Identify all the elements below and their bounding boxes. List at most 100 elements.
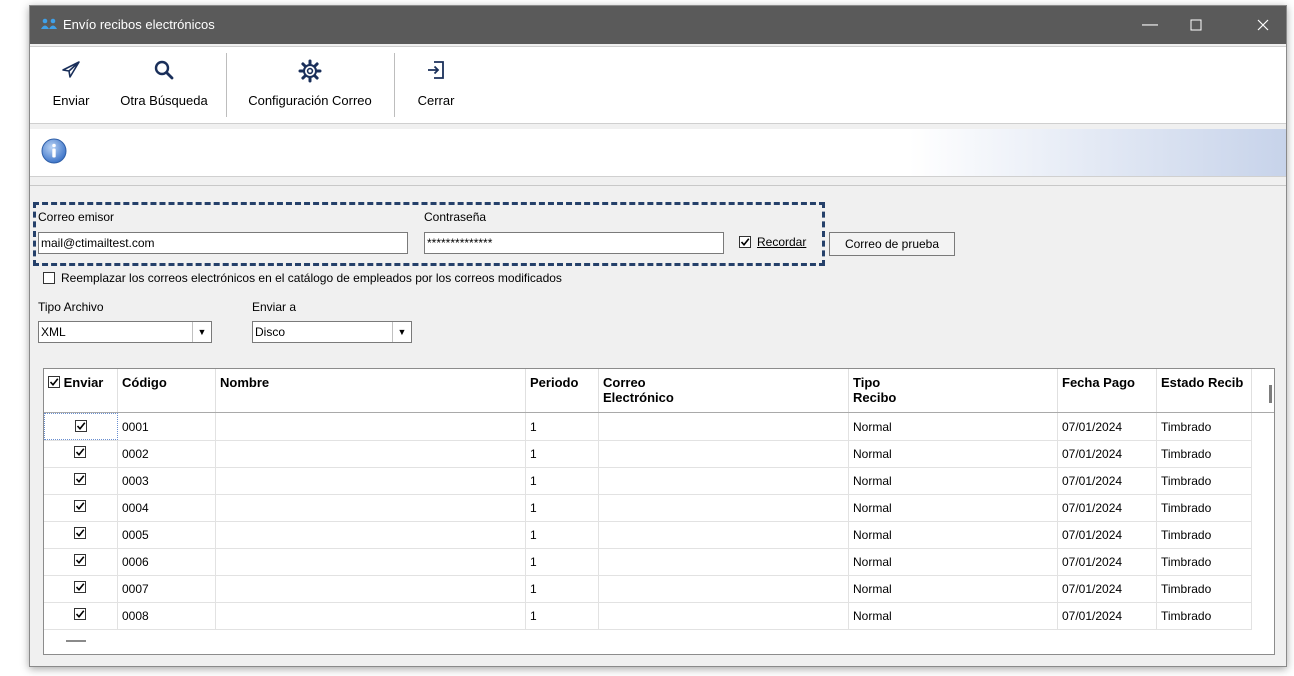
cell-name <box>216 575 526 602</box>
send-to-select[interactable]: Disco ▼ <box>252 321 412 343</box>
cell-pay-date: 07/01/2024 <box>1058 602 1157 629</box>
table-row[interactable]: 0002 1 Normal 07/01/2024 Timbrado <box>44 440 1252 468</box>
send-label: Enviar <box>52 93 90 108</box>
cell-email <box>599 440 849 467</box>
cell-period: 1 <box>526 602 599 629</box>
row-send-checkbox[interactable] <box>74 500 86 512</box>
row-send-checkbox[interactable] <box>74 581 86 593</box>
header-code[interactable]: Código <box>118 369 216 412</box>
header-period[interactable]: Periodo <box>526 369 599 412</box>
remember-checkbox[interactable] <box>739 236 751 248</box>
cell-pay-date: 07/01/2024 <box>1058 440 1157 467</box>
row-send-checkbox[interactable] <box>74 608 86 620</box>
cell-send <box>44 467 118 494</box>
cell-send <box>44 494 118 521</box>
cell-code: 0008 <box>118 602 216 629</box>
header-send-label: Enviar <box>63 375 104 390</box>
cell-name <box>216 548 526 575</box>
main-window: Envío recibos electrónicos — Enviar Otra… <box>29 5 1287 667</box>
cell-pay-date: 07/01/2024 <box>1058 413 1157 440</box>
header-email[interactable]: Correo Electrónico <box>599 369 849 412</box>
table-header: Enviar Código Nombre Periodo Correo Elec… <box>44 369 1274 413</box>
row-send-checkbox[interactable] <box>75 420 87 432</box>
table-row[interactable]: 0003 1 Normal 07/01/2024 Timbrado <box>44 467 1252 495</box>
table-row[interactable]: 0001 1 Normal 07/01/2024 Timbrado <box>44 413 1252 441</box>
table-row[interactable]: 0007 1 Normal 07/01/2024 Timbrado <box>44 575 1252 603</box>
header-pay-date[interactable]: Fecha Pago <box>1058 369 1157 412</box>
window-title: Envío recibos electrónicos <box>63 17 215 32</box>
table-row[interactable]: 0004 1 Normal 07/01/2024 Timbrado <box>44 494 1252 522</box>
cell-receipt-status: Timbrado <box>1157 467 1252 494</box>
table-row[interactable]: 0006 1 Normal 07/01/2024 Timbrado <box>44 548 1252 576</box>
header-receipt-status[interactable]: Estado Recib <box>1157 369 1252 412</box>
cell-pay-date: 07/01/2024 <box>1058 521 1157 548</box>
cell-send <box>44 602 118 629</box>
chevron-down-icon: ▼ <box>192 322 211 342</box>
search-icon <box>106 59 222 81</box>
cell-receipt-type: Normal <box>849 413 1058 440</box>
cell-email <box>599 548 849 575</box>
info-bar <box>30 129 1286 177</box>
cell-send <box>44 413 118 440</box>
cell-name <box>216 440 526 467</box>
cell-send <box>44 440 118 467</box>
cell-receipt-status: Timbrado <box>1157 521 1252 548</box>
title-bar: Envío recibos electrónicos — <box>30 6 1286 44</box>
cell-period: 1 <box>526 494 599 521</box>
test-email-button[interactable]: Correo de prueba <box>829 232 955 256</box>
cell-name <box>216 413 526 440</box>
cell-receipt-type: Normal <box>849 521 1058 548</box>
paper-plane-icon <box>40 59 102 81</box>
cell-email <box>599 467 849 494</box>
select-all-checkbox[interactable] <box>48 376 60 388</box>
remember-label: Recordar <box>757 235 807 249</box>
header-send[interactable]: Enviar <box>44 369 118 412</box>
info-icon <box>41 138 67 164</box>
table-row[interactable]: 0005 1 Normal 07/01/2024 Timbrado <box>44 521 1252 549</box>
cell-email <box>599 575 849 602</box>
password-field[interactable]: ************** <box>424 232 724 254</box>
exit-icon <box>405 59 467 81</box>
cell-receipt-status: Timbrado <box>1157 413 1252 440</box>
cell-receipt-status: Timbrado <box>1157 494 1252 521</box>
send-button[interactable]: Enviar <box>40 47 102 123</box>
row-send-checkbox[interactable] <box>74 554 86 566</box>
cell-send <box>44 548 118 575</box>
replace-emails-checkbox[interactable] <box>43 272 55 284</box>
row-send-checkbox[interactable] <box>74 527 86 539</box>
row-send-checkbox[interactable] <box>74 473 86 485</box>
cell-period: 1 <box>526 413 599 440</box>
cell-period: 1 <box>526 440 599 467</box>
table-row[interactable]: 0008 1 Normal 07/01/2024 Timbrado <box>44 602 1252 630</box>
header-receipt-type[interactable]: Tipo Recibo <box>849 369 1058 412</box>
cell-code: 0005 <box>118 521 216 548</box>
toolbar-separator <box>394 53 395 117</box>
cell-email <box>599 521 849 548</box>
cell-pay-date: 07/01/2024 <box>1058 575 1157 602</box>
cell-receipt-type: Normal <box>849 575 1058 602</box>
cell-send <box>44 521 118 548</box>
file-type-select[interactable]: XML ▼ <box>38 321 212 343</box>
cell-period: 1 <box>526 575 599 602</box>
horizontal-scrollbar[interactable] <box>66 640 86 642</box>
row-send-checkbox[interactable] <box>74 446 86 458</box>
toolbar-separator <box>226 53 227 117</box>
send-to-label: Enviar a <box>252 300 297 314</box>
header-name[interactable]: Nombre <box>216 369 526 412</box>
close-window-button[interactable] <box>1240 6 1286 44</box>
close-button[interactable]: Cerrar <box>405 47 467 123</box>
cell-receipt-type: Normal <box>849 602 1058 629</box>
maximize-button[interactable] <box>1173 6 1219 44</box>
cell-code: 0006 <box>118 548 216 575</box>
cell-name <box>216 494 526 521</box>
gear-icon <box>230 59 390 83</box>
minimize-button[interactable]: — <box>1127 6 1173 44</box>
cell-period: 1 <box>526 521 599 548</box>
email-config-button[interactable]: Configuración Correo <box>230 47 390 123</box>
cell-email <box>599 413 849 440</box>
sender-email-field[interactable]: mail@ctimailtest.com <box>38 232 408 254</box>
vertical-scrollbar[interactable] <box>1269 385 1272 403</box>
search-again-button[interactable]: Otra Búsqueda <box>106 47 222 123</box>
cell-email <box>599 602 849 629</box>
app-people-icon <box>40 17 58 31</box>
